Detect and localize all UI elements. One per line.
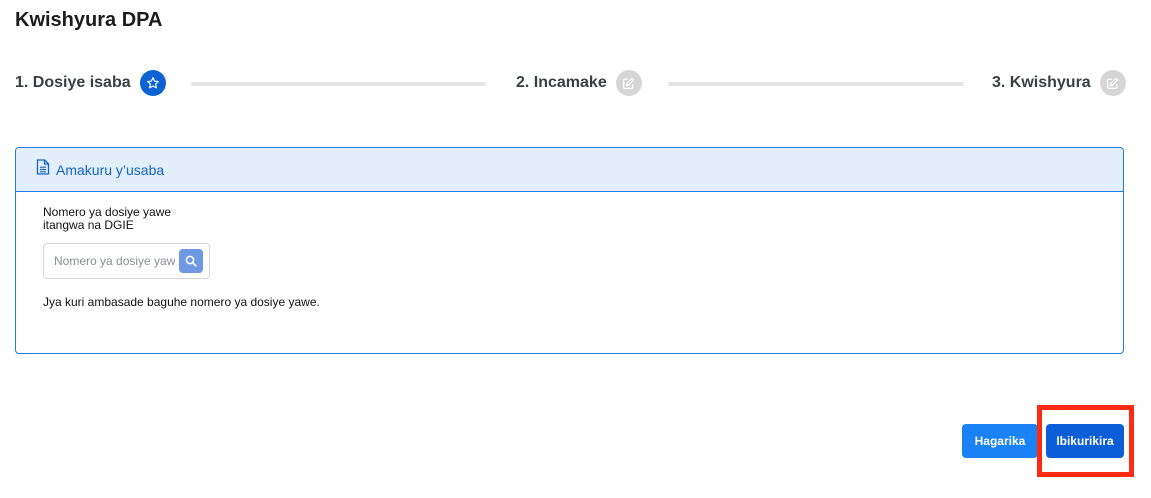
next-button[interactable]: Ibikurikira [1046, 424, 1124, 458]
file-number-label: Nomero ya dosiye yawe itangwa na DGIE [43, 206, 243, 232]
search-icon[interactable] [179, 249, 203, 273]
step-incamake[interactable]: 2. Incamake [516, 70, 642, 96]
applicant-info-card: Amakuru y’usaba Nomero ya dosiye yawe it… [15, 147, 1124, 354]
card-title: Amakuru y’usaba [56, 161, 165, 178]
file-number-input[interactable] [44, 246, 175, 276]
step-label: 3. Kwishyura [992, 74, 1091, 91]
page-title: Kwishyura DPA [15, 9, 163, 31]
step-kwishyura[interactable]: 3. Kwishyura [992, 70, 1126, 96]
edit-icon [615, 70, 642, 96]
file-number-label-line2: itangwa na DGIE [43, 218, 134, 232]
file-number-hint: Jya kuri ambasade baguhe nomero ya dosiy… [43, 295, 320, 309]
star-icon [139, 70, 166, 96]
step-label: 1. Dosiye isaba [15, 74, 131, 91]
cancel-button[interactable]: Hagarika [962, 424, 1038, 458]
card-header: Amakuru y’usaba [16, 148, 1123, 192]
step-connector [191, 82, 486, 86]
step-connector [668, 82, 964, 86]
file-number-input-group [43, 243, 210, 279]
step-label: 2. Incamake [516, 74, 607, 91]
edit-icon [1099, 70, 1126, 96]
step-dosiye-isaba[interactable]: 1. Dosiye isaba [15, 70, 166, 96]
document-icon [36, 159, 50, 180]
